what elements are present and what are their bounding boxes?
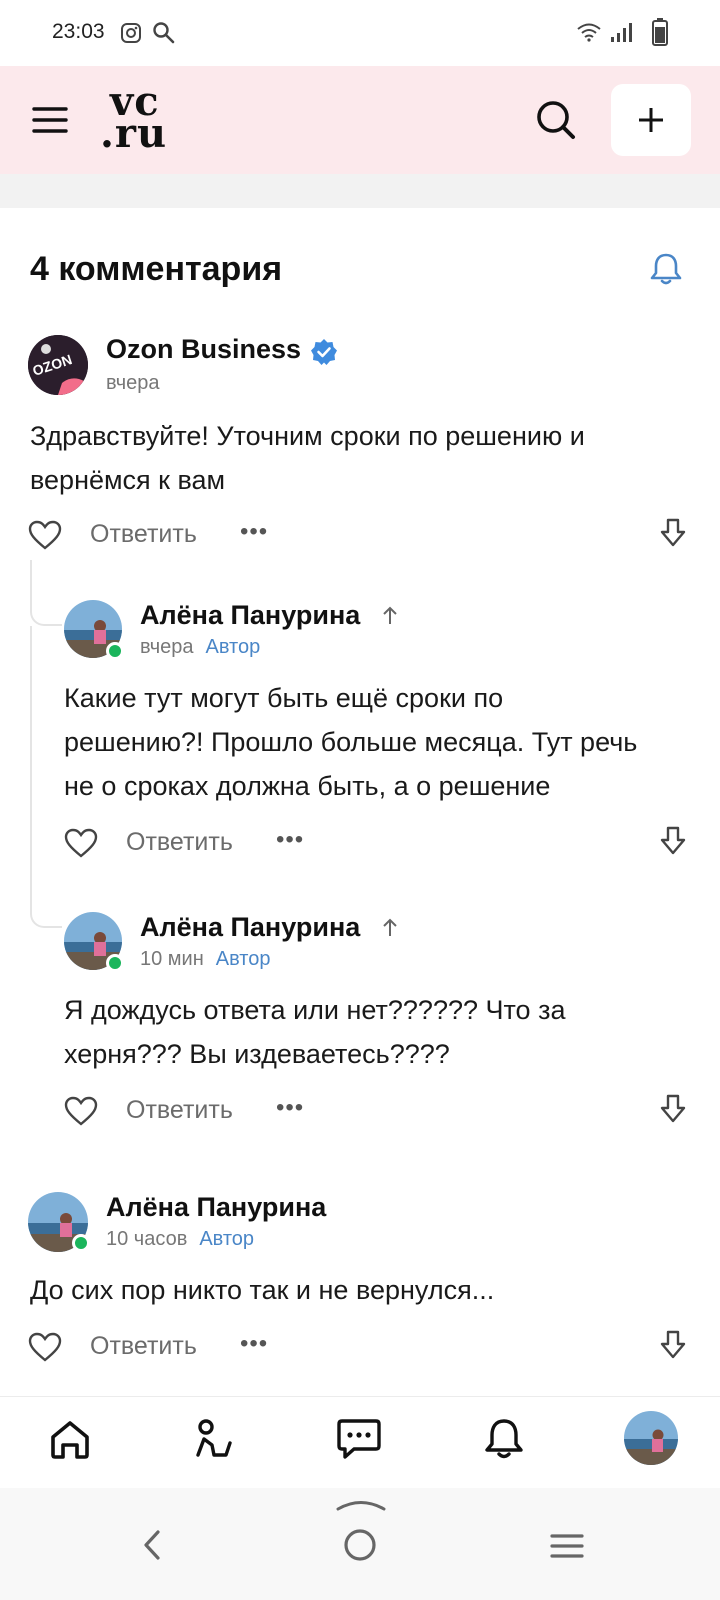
reply-to-arrow-icon[interactable] [380,916,400,945]
status-bar: 23:03 [0,0,720,66]
home-icon[interactable] [48,1417,92,1466]
thread-line [30,626,32,898]
comment-actions: Ответить ••• [64,1092,364,1132]
downvote-button[interactable] [660,1330,686,1365]
heart-icon [28,1332,62,1362]
bottom-navigation [0,1396,720,1488]
comment-time: 10 часов [106,1228,188,1250]
verified-badge-icon [310,338,338,371]
thread-connector [30,898,62,928]
author-tag: Автор [199,1228,255,1250]
arrow-down-icon [660,1094,686,1123]
system-navigation-bar [0,1488,720,1600]
like-button[interactable] [28,1332,62,1367]
vc-ru-logo[interactable]: vc .ru [100,82,180,157]
more-options-button[interactable]: ••• [240,518,268,546]
arrow-down-icon [660,826,686,855]
back-icon[interactable] [140,1528,164,1567]
comment-meta: вчера [106,372,160,395]
instagram-icon [120,22,142,49]
comment-time: вчера [106,372,160,394]
comment-meta: 10 мин Автор [140,948,271,971]
downvote-button[interactable] [660,1094,686,1129]
author-tag: Автор [205,636,261,658]
like-button[interactable] [64,828,98,863]
like-button[interactable] [64,1096,98,1131]
signal-icon [608,20,634,49]
reply-button[interactable]: Ответить [126,828,233,857]
battery-icon [652,18,668,51]
comment-text-line: Здравствуйте! Уточним сроки по решению и [30,421,585,451]
menu-button[interactable] [30,100,70,140]
comment-meta: 10 часов Автор [106,1228,254,1251]
create-post-button[interactable] [611,84,691,156]
comment-text-line: Я дождусь ответа или нет?????? Что за [64,995,566,1025]
comment-text: Какие тут могут быть ещё сроки по решени… [64,676,704,808]
app-header: vc .ru [0,66,720,174]
comment-author[interactable]: Алёна Панурина [106,1192,326,1223]
comment-meta: вчера Автор [140,636,260,659]
reply-button[interactable]: Ответить [126,1096,233,1125]
avatar[interactable]: OZON [28,335,88,395]
arrow-down-icon [660,518,686,547]
messages-icon[interactable] [336,1417,382,1466]
thread-line [30,560,32,596]
reply-button[interactable]: Ответить [90,520,197,549]
thread-connector [30,596,62,626]
comment-text-line: вернёмся к вам [30,465,226,495]
comment-text-line: До сих пор никто так и не вернулся... [30,1275,495,1305]
wifi-icon [576,20,602,49]
downvote-button[interactable] [660,518,686,553]
logo-line-2: .ru [100,110,168,157]
author-tag: Автор [215,948,271,970]
comment-actions: Ответить ••• [28,1328,328,1368]
more-options-button[interactable]: ••• [276,1094,304,1122]
recents-icon[interactable] [550,1532,584,1565]
comments-count-heading: 4 комментария [30,250,283,288]
comment-author[interactable]: Ozon Business [106,334,301,365]
comment-text: Я дождусь ответа или нет?????? Что за хе… [64,988,704,1076]
comment-time: вчера [140,636,194,658]
header-separator [0,174,720,208]
subscribe-comments-button[interactable] [650,252,682,291]
comment-text: Здравствуйте! Уточним сроки по решению и… [30,414,690,502]
comment-actions: Ответить ••• [28,516,328,556]
more-options-button[interactable]: ••• [240,1330,268,1358]
reply-button[interactable]: Ответить [90,1332,197,1361]
feed-icon[interactable] [192,1417,236,1466]
reply-to-arrow-icon[interactable] [380,604,400,633]
plus-icon [639,108,663,132]
downvote-button[interactable] [660,826,686,861]
comment-author[interactable]: Алёна Панурина [140,600,360,631]
bell-icon [650,253,682,285]
comment-text-line: херня??? Вы издеваетесь???? [64,1039,450,1069]
home-system-icon[interactable] [343,1528,377,1567]
notifications-icon[interactable] [484,1417,524,1466]
comment-text-line: решению?! Прошло больше месяца. Тут речь [64,727,638,757]
search-button[interactable] [534,98,578,142]
expand-handle-icon[interactable] [336,1496,386,1517]
comment-time: 10 мин [140,948,204,970]
online-status-indicator [72,1234,90,1252]
heart-icon [64,828,98,858]
status-time: 23:03 [52,20,105,43]
heart-icon [28,520,62,550]
arrow-down-icon [660,1330,686,1359]
comment-text-line: Какие тут могут быть ещё сроки по [64,683,504,713]
hamburger-icon [32,107,68,133]
search-status-icon [152,21,176,50]
online-status-indicator [106,642,124,660]
heart-icon [64,1096,98,1126]
profile-avatar[interactable] [624,1411,678,1465]
like-button[interactable] [28,520,62,555]
comment-text-line: не о сроках должна быть, а о решение [64,771,551,801]
comment-actions: Ответить ••• [64,824,364,864]
comment-author[interactable]: Алёна Панурина [140,912,360,943]
online-status-indicator [106,954,124,972]
comment-text: До сих пор никто так и не вернулся... [30,1268,690,1312]
more-options-button[interactable]: ••• [276,826,304,854]
search-icon [537,101,575,139]
